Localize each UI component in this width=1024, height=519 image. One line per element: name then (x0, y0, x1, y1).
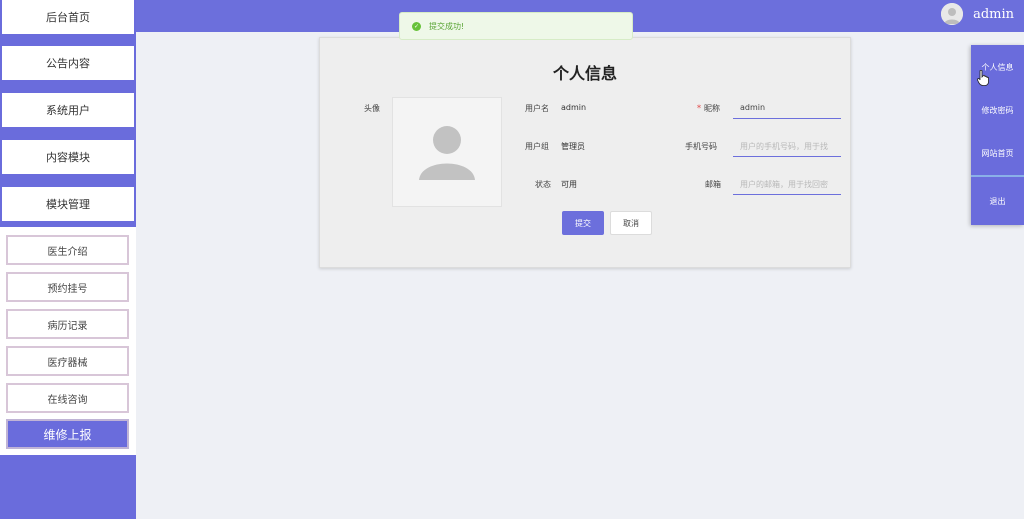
status-label: 状态 (535, 180, 551, 189)
hand-cursor-icon (977, 70, 989, 86)
phone-input[interactable]: 用户的手机号码，用于找 (733, 135, 841, 157)
page-title: 个人信息 (552, 64, 617, 83)
required-marker: * (697, 104, 701, 113)
check-circle-icon: ✓ (412, 21, 421, 31)
sidebar-subitem-label: 病历记录 (47, 320, 88, 332)
user-avatar-icon[interactable] (941, 3, 964, 25)
sidebar-subitem-label: 预约挂号 (47, 283, 88, 295)
sidebar-item-label: 后台首页 (46, 11, 90, 24)
sidebar-subitem-label: 医生介绍 (47, 246, 88, 258)
user-placeholder-icon (419, 126, 475, 180)
menu-item-change-password[interactable]: 修改密码 (971, 90, 1024, 130)
submit-button[interactable]: 提交 (562, 211, 604, 235)
username-field-label: 用户名 (525, 104, 549, 113)
sidebar-item-label: 模块管理 (46, 198, 90, 211)
profile-card: 个人信息 头像 用户名 admin 用户组 管理员 状态 可用 * 昵称 admi… (319, 37, 851, 268)
sidebar-subitem-online-consult[interactable]: 在线咨询 (6, 383, 129, 413)
username-label[interactable]: admin (973, 7, 1014, 22)
sidebar-item-label: 公告内容 (46, 57, 90, 70)
sidebar-subitem-doctors[interactable]: 医生介绍 (6, 235, 129, 265)
success-toast: ✓ 提交成功! (399, 12, 633, 40)
user-menu-trigger[interactable]: admin (941, 3, 1014, 25)
sidebar-subitem-medical-records[interactable]: 病历记录 (6, 309, 129, 339)
sidebar-item-label: 系统用户 (46, 104, 90, 117)
sidebar-item-label: 内容模块 (46, 151, 90, 164)
menu-item-logout[interactable]: 退出 (971, 181, 1024, 221)
sidebar-subitem-medical-devices[interactable]: 医疗器械 (6, 346, 129, 376)
email-input[interactable]: 用户的邮箱，用于找回密 (733, 173, 841, 195)
sidebar-subitem-label: 医疗器械 (47, 357, 88, 369)
sidebar-item-notices[interactable]: 公告内容 (2, 46, 134, 80)
sidebar-subitem-repair-report[interactable]: 维修上报 (6, 419, 129, 449)
sidebar-subitem-label: 维修上报 (43, 427, 92, 442)
user-group-value: 管理员 (561, 142, 585, 151)
sidebar: 后台首页 公告内容 系统用户 内容模块 模块管理 医生介绍 预约挂号 病历记录 … (0, 0, 136, 519)
sidebar-item-home[interactable]: 后台首页 (2, 0, 134, 34)
nickname-label-text: 昵称 (704, 104, 720, 113)
menu-item-site-home[interactable]: 网站首页 (971, 133, 1024, 173)
menu-divider (971, 175, 1024, 177)
sidebar-item-system-users[interactable]: 系统用户 (2, 93, 134, 127)
username-value: admin (561, 103, 587, 112)
avatar-upload[interactable] (392, 97, 502, 207)
sidebar-submenu: 医生介绍 预约挂号 病历记录 医疗器械 在线咨询 维修上报 (0, 227, 136, 455)
phone-label: 手机号码 (685, 142, 717, 151)
sidebar-item-module-management[interactable]: 模块管理 (2, 187, 134, 221)
avatar-label: 头像 (364, 104, 380, 113)
sidebar-item-content-module[interactable]: 内容模块 (2, 140, 134, 174)
sidebar-subitem-appointments[interactable]: 预约挂号 (6, 272, 129, 302)
user-group-label: 用户组 (525, 142, 549, 151)
cancel-button[interactable]: 取消 (610, 211, 652, 235)
toast-message: 提交成功! (429, 21, 465, 31)
nickname-label: * 昵称 (697, 103, 720, 114)
nickname-input[interactable]: admin (733, 97, 841, 119)
sidebar-subitem-label: 在线咨询 (47, 394, 88, 406)
email-label: 邮箱 (705, 180, 721, 189)
status-value: 可用 (561, 180, 577, 189)
